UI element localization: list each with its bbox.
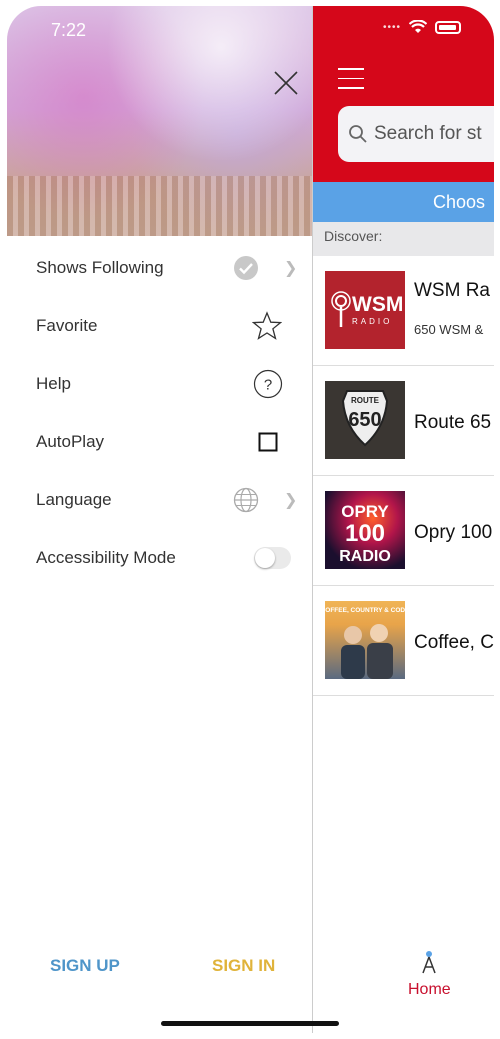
checkmark-circle-icon [234, 256, 258, 280]
station-name: WSM Ra [414, 280, 490, 301]
tab-home-label: Home [408, 981, 451, 998]
app-header: •••• Search for st [313, 6, 494, 182]
battery-icon [435, 20, 462, 34]
coffee-country-cody-logo: COFFEE, COUNTRY & CODY [321, 601, 410, 679]
menu-item-autoplay[interactable]: AutoPlay [7, 413, 312, 471]
menu-item-label: Accessibility Mode [36, 548, 176, 567]
opry-100-logo: OPRY 100 RADIO [325, 491, 405, 569]
chevron-right-icon: ❯ [284, 260, 298, 277]
station-row-opry-100[interactable]: OPRY 100 RADIO Opry 100 [313, 476, 494, 586]
tab-home[interactable]: Home [408, 948, 451, 999]
station-subtitle: 650 WSM & [414, 322, 484, 337]
discover-label: Discover: [313, 222, 494, 256]
wifi-icon [409, 20, 428, 33]
route-logo-text: 650 [348, 409, 381, 431]
menu-item-label: Shows Following [36, 258, 164, 277]
station-name: Route 65 [414, 412, 492, 433]
menu-item-language[interactable]: Language ❯ [7, 471, 312, 529]
menu-item-label: Favorite [36, 316, 98, 335]
station-row-route-650[interactable]: ROUTE 650 Route 65 [313, 366, 494, 476]
accessibility-toggle[interactable] [254, 547, 291, 569]
svg-text:RADIO: RADIO [339, 548, 391, 565]
route-650-logo: ROUTE 650 [325, 381, 405, 459]
star-outline-icon [252, 311, 282, 340]
sign-up-button[interactable]: SIGN UP [50, 956, 120, 976]
crowd-background [7, 176, 312, 236]
station-name: Coffee, C [414, 632, 494, 653]
drawer-hero-image: 7:22 [7, 6, 312, 236]
menu-item-favorite[interactable]: Favorite [7, 297, 312, 355]
route-logo-sub: ROUTE [351, 396, 380, 405]
question-circle-icon: ? [253, 369, 283, 399]
status-time: 7:22 [51, 20, 87, 40]
globe-icon [233, 487, 259, 513]
menu-item-help[interactable]: Help ? [7, 355, 312, 413]
menu-item-shows-following[interactable]: Shows Following ❯ [7, 239, 312, 297]
svg-text:OPRY: OPRY [341, 502, 389, 521]
signal-icon: •••• [383, 21, 402, 33]
wsm-logo-text: WSM [352, 293, 403, 316]
status-indicators: •••• [383, 20, 462, 34]
search-icon [349, 125, 367, 143]
station-row-wsm[interactable]: WSM RADIO WSM Ra 650 WSM & [313, 256, 494, 366]
menu-item-label: Help [36, 374, 71, 393]
hamburger-menu-icon[interactable] [338, 68, 364, 90]
close-icon[interactable] [272, 69, 300, 97]
home-indicator[interactable] [161, 1021, 339, 1026]
menu-item-label: AutoPlay [36, 432, 105, 451]
svg-text:100: 100 [345, 520, 385, 547]
search-input[interactable]: Search for st [338, 106, 494, 162]
side-drawer: 7:22 Shows Following ❯ Favorite Help ? A… [7, 6, 313, 1033]
svg-text:COFFEE, COUNTRY & CODY: COFFEE, COUNTRY & CODY [325, 607, 405, 614]
station-row-coffee[interactable]: COFFEE, COUNTRY & CODY Coffee, C [313, 586, 494, 696]
checkbox-icon[interactable] [258, 432, 278, 452]
menu-item-label: Language [36, 490, 112, 509]
wsm-logo-sub: RADIO [352, 317, 392, 326]
chevron-right-icon: ❯ [284, 492, 298, 509]
choose-button[interactable]: Choos [313, 182, 494, 222]
sign-in-button[interactable]: SIGN IN [212, 956, 275, 976]
menu-item-accessibility-mode[interactable]: Accessibility Mode [7, 529, 312, 587]
wsm-radio-logo: WSM RADIO [325, 271, 405, 349]
main-screen: •••• Search for st Choos Discover: WSM R… [313, 6, 494, 1033]
radio-tower-icon [422, 951, 437, 974]
svg-text:?: ? [264, 377, 272, 394]
search-placeholder: Search for st [374, 123, 482, 144]
station-name: Opry 100 [414, 522, 493, 543]
